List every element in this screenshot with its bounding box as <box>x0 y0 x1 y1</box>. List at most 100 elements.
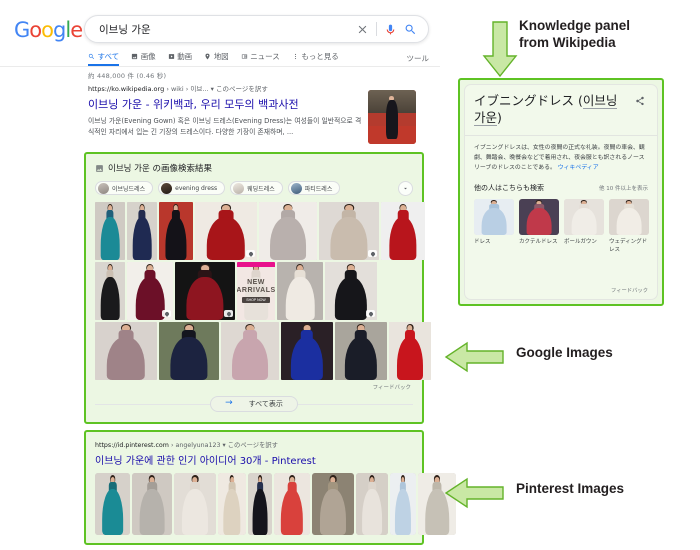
image-result-thumbnail[interactable] <box>175 262 235 320</box>
figure-gown <box>101 489 124 535</box>
filter-chip[interactable]: 파티드레스 <box>287 181 341 195</box>
pinterest-title-link[interactable]: 이브닝 가운에 관한 인기 아이디어 30개 - Pinterest <box>95 452 413 467</box>
image-results-heading: 이브닝 가운 の画像検索結果 <box>95 162 413 174</box>
image-figure <box>312 473 354 535</box>
translate-page-link[interactable]: ▾ このページを訳す <box>211 85 268 93</box>
image-result-thumbnail[interactable]: NEW ARRIVALS SHOP NOW <box>237 262 275 320</box>
figure-gown <box>481 208 507 235</box>
image-result-thumbnail[interactable] <box>127 262 173 320</box>
chip-thumbnail <box>233 182 245 194</box>
image-result-thumbnail[interactable] <box>389 322 431 380</box>
image-result-thumbnail[interactable] <box>259 202 317 260</box>
tab-images[interactable]: 画像 <box>131 51 156 65</box>
image-result-thumbnail[interactable] <box>159 202 193 260</box>
tab-maps[interactable]: 地図 <box>204 51 229 65</box>
pinterest-image-thumbnail[interactable] <box>174 473 216 535</box>
show-more-related-button[interactable]: 他 10 件以上を表示 <box>599 184 648 192</box>
tab-label: ニュース <box>250 52 280 61</box>
show-all-images-button[interactable]: → すべて表示 <box>210 395 298 412</box>
image-result-thumbnail[interactable] <box>159 322 219 380</box>
related-search-item[interactable]: ドレス <box>474 198 514 255</box>
close-icon[interactable] <box>356 23 369 36</box>
figure-gown <box>362 489 382 535</box>
pinterest-image-thumbnail[interactable] <box>218 473 246 535</box>
result-snippet: 이브닝 가운(Evening Gown) 혹은 이브닝 드레스(Evening … <box>88 117 362 136</box>
images-feedback-link[interactable]: フィードバック <box>95 383 413 391</box>
image-result-thumbnail[interactable] <box>195 202 257 260</box>
image-result-thumbnail[interactable] <box>335 322 387 380</box>
filter-chip[interactable]: 웨딩드레스 <box>230 181 283 195</box>
pinterest-domain: https://id.pinterest.com <box>95 442 169 449</box>
pinterest-path: › angelyuna123 <box>170 442 221 449</box>
related-search-item[interactable]: ボールガウン <box>564 198 604 255</box>
figure-gown <box>285 277 315 320</box>
image-figure <box>356 473 388 535</box>
tab-videos[interactable]: 動画 <box>168 51 192 65</box>
result-domain: https://ko.wikipedia.org <box>88 85 165 93</box>
related-search-item[interactable]: カクテルドレス <box>519 198 559 255</box>
image-figure <box>248 473 272 535</box>
pinterest-image-thumbnail[interactable] <box>390 473 416 535</box>
wikipedia-source-link[interactable]: ウィキペディア <box>558 165 599 171</box>
related-searches-header: 他の人はこちらも検索 他 10 件以上を表示 <box>474 183 648 193</box>
image-figure <box>95 202 125 260</box>
image-figure <box>95 322 157 380</box>
arrow-left-icon <box>444 341 504 373</box>
figure-gown <box>100 277 120 320</box>
tab-news[interactable]: ニュース <box>241 51 280 65</box>
figure-gown <box>526 208 552 235</box>
result-title-link[interactable]: 이브닝 가운 - 위키백과, 우리 모두의 백과사전 <box>88 96 363 112</box>
image-result-thumbnail[interactable] <box>319 202 379 260</box>
tab-all[interactable]: すべて <box>88 51 120 66</box>
translate-label: このページを訳す <box>227 442 278 449</box>
pinterest-image-thumbnail[interactable] <box>274 473 310 535</box>
search-icon[interactable] <box>404 23 417 36</box>
knowledge-panel-feedback-link[interactable]: フィードバック <box>611 286 648 294</box>
chip-label: evening dress <box>175 184 218 192</box>
related-search-item[interactable]: ウェディングドレス <box>609 198 649 255</box>
filter-chip[interactable]: 이브닝드레스 <box>95 181 154 195</box>
image-result-thumbnail[interactable] <box>325 262 377 320</box>
figure-gown <box>135 277 165 320</box>
chip-label: 파티드레스 <box>304 185 333 193</box>
pinterest-image-thumbnail[interactable] <box>248 473 272 535</box>
pinterest-translate-link[interactable]: ▾ このページを訳す <box>223 442 278 449</box>
image-result-thumbnail[interactable] <box>95 322 157 380</box>
image-figure <box>381 202 425 260</box>
tab-more[interactable]: もっと見る <box>292 51 339 65</box>
image-result-thumbnail[interactable] <box>221 322 279 380</box>
image-result-thumbnail[interactable] <box>95 262 125 320</box>
filter-chip[interactable]: evening dress <box>158 181 226 195</box>
expand-chips-button[interactable] <box>398 180 413 196</box>
image-grid: NEW ARRIVALS SHOP NOW <box>95 202 431 380</box>
result-url[interactable]: https://ko.wikipedia.org › wiki › 이브... … <box>88 83 363 93</box>
logo-letter: o <box>41 18 54 42</box>
pinterest-image-thumbnail[interactable] <box>95 473 130 535</box>
image-figure <box>474 198 514 235</box>
pinterest-image-thumbnail[interactable] <box>356 473 388 535</box>
pinterest-image-thumbnail[interactable] <box>312 473 354 535</box>
result-stats: 約 448,000 件 (0.46 秒) <box>88 72 167 80</box>
arrow-right-icon: → <box>225 398 233 408</box>
image-figure <box>159 202 193 260</box>
related-search-thumbnail <box>564 198 604 235</box>
pinterest-image-thumbnail[interactable] <box>132 473 172 535</box>
image-result-thumbnail[interactable] <box>127 202 157 260</box>
search-bar[interactable]: 이브닝 가운 <box>84 15 429 43</box>
image-result-thumbnail[interactable] <box>381 202 425 260</box>
tools-button[interactable]: ツール <box>407 53 430 64</box>
share-icon[interactable] <box>635 96 645 106</box>
microphone-icon[interactable] <box>384 23 397 36</box>
google-logo[interactable]: Google <box>14 18 83 42</box>
image-result-thumbnail[interactable] <box>95 202 125 260</box>
knowledge-panel: イブニングドレス (이브닝 가운) イブニングドレスは、女性の夜間の正式な礼装。… <box>464 84 658 300</box>
image-result-thumbnail[interactable] <box>281 322 333 380</box>
result-thumbnail[interactable] <box>368 90 416 144</box>
image-icon <box>132 53 138 60</box>
image-figure <box>390 473 416 535</box>
search-input[interactable]: 이브닝 가운 <box>85 22 356 37</box>
pinterest-url[interactable]: https://id.pinterest.com › angelyuna123 … <box>95 440 413 449</box>
image-grid-row <box>95 202 425 260</box>
show-all-row: → すべて表示 <box>95 395 413 412</box>
image-result-thumbnail[interactable] <box>277 262 323 320</box>
